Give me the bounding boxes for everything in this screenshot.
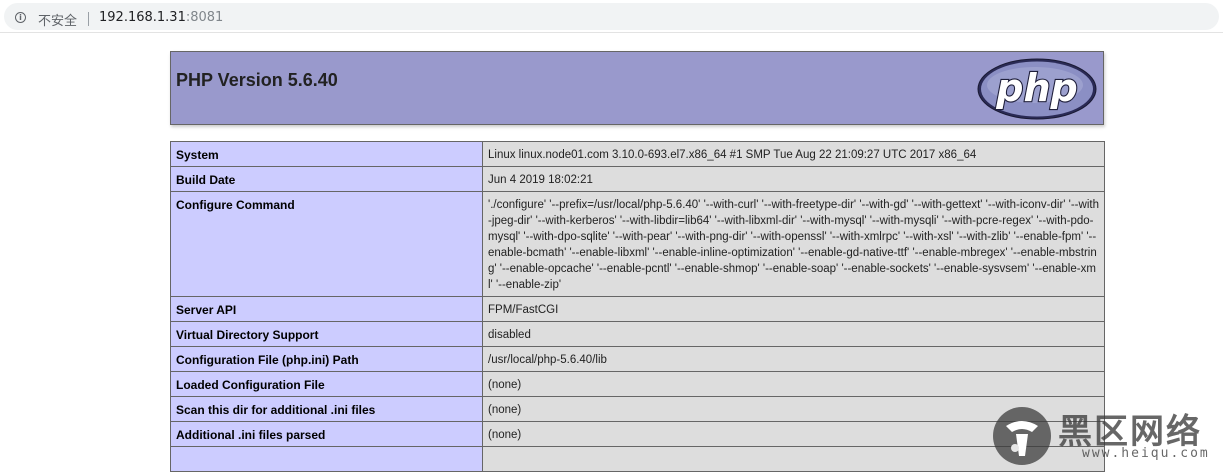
row-value: Jun 4 2019 18:02:21 (482, 166, 1105, 192)
info-icon[interactable]: i (15, 12, 26, 23)
watermark-url: www.heiqu.com (1082, 446, 1210, 461)
row-value: FPM/FastCGI (482, 296, 1105, 322)
browser-toolbar: i 不安全 192.168.1.31:8081 (0, 0, 1223, 33)
url-text[interactable]: 192.168.1.31:8081 (99, 10, 223, 25)
table-row: Configuration File (php.ini) Path/usr/lo… (170, 346, 1105, 372)
row-key (170, 446, 483, 472)
url-host: 192.168.1.31 (99, 10, 186, 25)
security-label[interactable]: 不安全 (38, 10, 77, 29)
table-row: Virtual Directory Support disabled (170, 321, 1105, 347)
row-key: Virtual Directory Support (170, 321, 483, 347)
row-value: Linux linux.node01.com 3.10.0-693.el7.x8… (482, 141, 1105, 167)
row-key: Configuration File (php.ini) Path (170, 346, 483, 372)
watermark: 黑区网络 www.heiqu.com (990, 402, 1223, 470)
row-value: (none) (482, 371, 1105, 397)
row-key: Scan this dir for additional .ini files (170, 396, 483, 422)
row-key: Loaded Configuration File (170, 371, 483, 397)
row-key: Configure Command (170, 191, 483, 297)
watermark-logo-icon (993, 407, 1051, 465)
row-key: Server API (170, 296, 483, 322)
url-port: :8081 (185, 10, 224, 25)
php-logo-text: php (995, 66, 1077, 110)
info-table: System Linux linux.node01.com 3.10.0-693.… (170, 141, 1105, 472)
row-key: System (170, 141, 483, 167)
table-row: Additional .ini files parsed (none) (170, 421, 1105, 447)
table-row: Scan this dir for additional .ini files(… (170, 396, 1105, 422)
address-bar[interactable]: i 不安全 192.168.1.31:8081 (4, 3, 1219, 30)
table-row: Configure Command './configure' '--prefix… (170, 191, 1105, 297)
table-row: System Linux linux.node01.com 3.10.0-693.… (170, 141, 1105, 167)
row-value: /usr/local/php-5.6.40/lib (482, 346, 1105, 372)
page-title: PHP Version 5.6.40 (176, 70, 338, 90)
address-divider (88, 12, 89, 26)
php-header: PHP Version 5.6.40 php (170, 51, 1104, 125)
row-key: Additional .ini files parsed (170, 421, 483, 447)
table-row: Loaded Configuration File (none) (170, 371, 1105, 397)
row-key: Build Date (170, 166, 483, 192)
row-value: './configure' '--prefix=/usr/local/php-5… (482, 191, 1105, 297)
php-logo-icon[interactable]: php (977, 58, 1097, 120)
row-value: disabled (482, 321, 1105, 347)
table-row: Server API FPM/FastCGI (170, 296, 1105, 322)
table-row: Build Date Jun 4 2019 18:02:21 (170, 166, 1105, 192)
table-row (170, 446, 1105, 472)
